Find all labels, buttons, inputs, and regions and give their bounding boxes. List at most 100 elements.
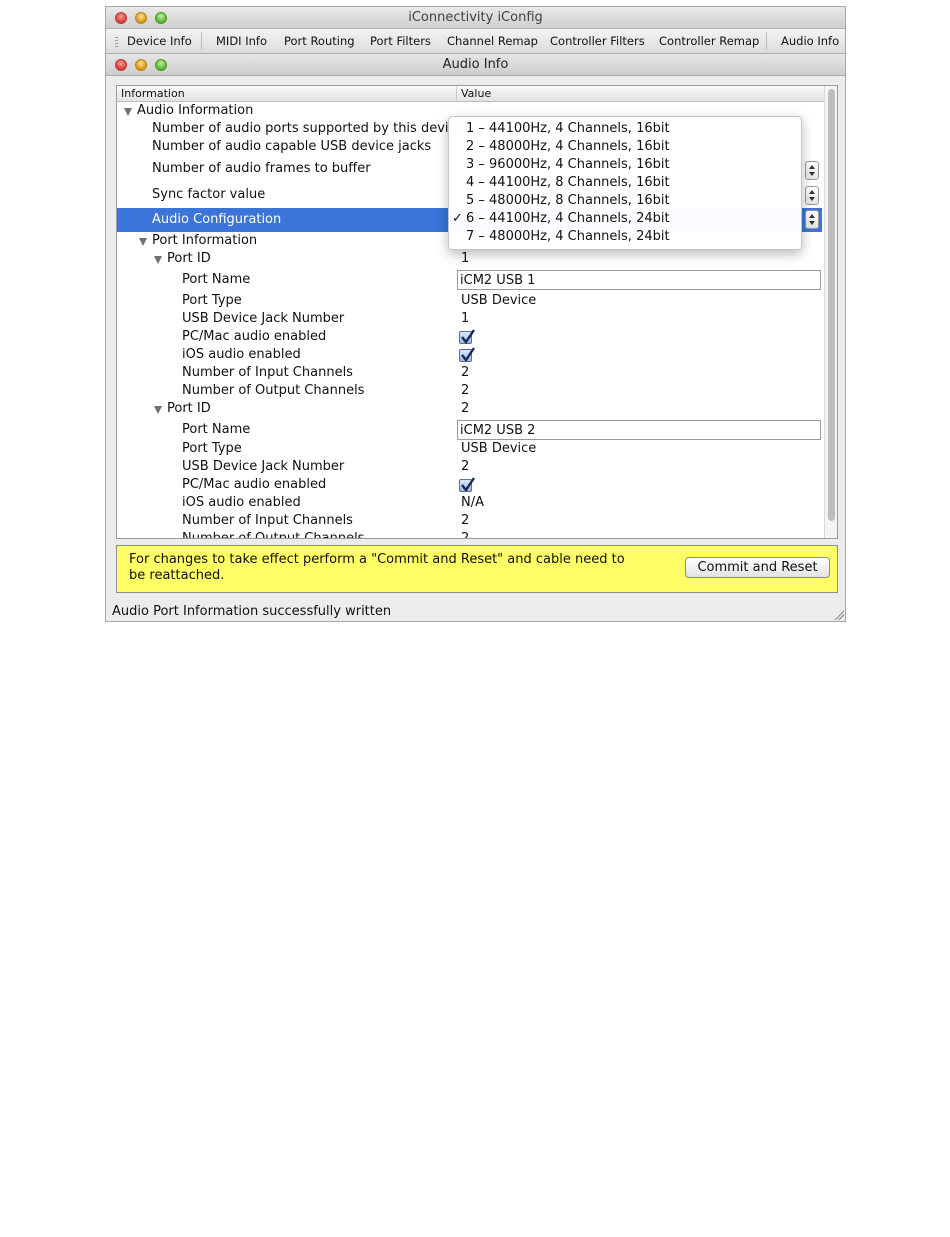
table-row[interactable]: Port Type USB Device: [117, 441, 822, 459]
checkbox-checked-icon[interactable]: [459, 477, 475, 493]
stepper-arrows-icon[interactable]: [805, 210, 819, 229]
window-titlebar[interactable]: iConnectivity iConfig: [106, 7, 845, 29]
tab-audio-info[interactable]: Audio Info: [781, 34, 839, 48]
table-row[interactable]: iOS audio enabled N/A: [117, 495, 822, 513]
menu-item[interactable]: 3 – 96000Hz, 4 Channels, 16bit: [449, 157, 801, 175]
row-label: PC/Mac audio enabled: [182, 477, 327, 492]
vertical-scrollbar[interactable]: [824, 86, 837, 538]
app-window: iConnectivity iConfig Device Info MIDI I…: [105, 6, 846, 622]
panel-title: Audio Info: [442, 57, 509, 72]
row-label: Number of audio capable USB device jacks: [152, 139, 432, 154]
table-row[interactable]: USB Device Jack Number 1: [117, 311, 822, 329]
row-value: 2: [461, 459, 470, 474]
table-row[interactable]: Number of Input Channels 2: [117, 513, 822, 531]
tab-toolbar: Device Info MIDI Info Port Routing Port …: [106, 29, 845, 54]
group-label: Audio Information: [137, 103, 254, 118]
disclosure-triangle-icon[interactable]: [124, 108, 132, 116]
table-row[interactable]: Port Name iCM2 USB 1: [117, 269, 822, 293]
menu-item[interactable]: 1 – 44100Hz, 4 Channels, 16bit: [449, 121, 801, 139]
row-label: Sync factor value: [152, 187, 266, 202]
row-label: iOS audio enabled: [182, 347, 301, 362]
row-value: N/A: [461, 495, 484, 510]
stepper-arrows-icon[interactable]: [805, 161, 819, 180]
status-message: Audio Port Information successfully writ…: [112, 604, 392, 619]
table-row[interactable]: Number of Output Channels 2: [117, 383, 822, 401]
table-row[interactable]: iOS audio enabled: [117, 347, 822, 365]
row-label: Number of audio ports supported by this …: [152, 121, 464, 136]
row-value: 2: [461, 383, 470, 398]
disclosure-triangle-icon[interactable]: [154, 256, 162, 264]
port-row[interactable]: Port ID 1: [117, 251, 822, 269]
table-header: Information Value: [117, 86, 837, 102]
row-value: 1: [461, 311, 470, 326]
row-label: Port ID: [167, 401, 211, 416]
row-label: Port Type: [182, 293, 242, 308]
stepper-arrows-icon[interactable]: [805, 186, 819, 205]
tab-channel-remap[interactable]: Channel Remap: [447, 34, 538, 48]
table-row[interactable]: Port Type USB Device: [117, 293, 822, 311]
table-row[interactable]: Number of Input Channels 2: [117, 365, 822, 383]
table-row[interactable]: PC/Mac audio enabled: [117, 477, 822, 495]
audio-configuration-menu[interactable]: 1 – 44100Hz, 4 Channels, 16bit 2 – 48000…: [448, 116, 802, 250]
menu-item-selected[interactable]: ✓ 6 – 44100Hz, 4 Channels, 24bit: [449, 211, 801, 229]
group-label: Port Information: [152, 233, 258, 248]
port-row[interactable]: Port ID 2: [117, 401, 822, 419]
table-row[interactable]: Number of Output Channels 2: [117, 531, 822, 539]
row-value: 2: [461, 365, 470, 380]
menu-item[interactable]: 2 – 48000Hz, 4 Channels, 16bit: [449, 139, 801, 157]
row-label: Number of Output Channels: [182, 531, 365, 539]
tab-port-routing[interactable]: Port Routing: [284, 34, 355, 48]
tab-divider: [201, 32, 202, 50]
checkbox-checked-icon[interactable]: [459, 347, 475, 363]
toolbar-grip-icon: [115, 37, 118, 47]
menu-item-label: 4 – 44100Hz, 8 Channels, 16bit: [466, 175, 670, 190]
checkbox-checked-icon[interactable]: [459, 329, 475, 345]
menu-item-label: 6 – 44100Hz, 4 Channels, 24bit: [466, 211, 670, 226]
row-label: Number of Input Channels: [182, 513, 353, 528]
row-value: 1: [461, 251, 470, 266]
menu-item[interactable]: 7 – 48000Hz, 4 Channels, 24bit: [449, 229, 801, 247]
row-value: USB Device: [461, 441, 537, 456]
menu-item[interactable]: 5 – 48000Hz, 8 Channels, 16bit: [449, 193, 801, 211]
tab-device-info[interactable]: Device Info: [127, 34, 192, 48]
port-name-field[interactable]: iCM2 USB 2: [457, 420, 821, 440]
notice-bar: For changes to take effect perform a "Co…: [116, 545, 838, 593]
menu-item-label: 2 – 48000Hz, 4 Channels, 16bit: [466, 139, 670, 154]
panel-titlebar[interactable]: Audio Info: [106, 54, 845, 76]
row-label: Number of Input Channels: [182, 365, 353, 380]
window-title: iConnectivity iConfig: [408, 10, 543, 25]
row-value: 2: [461, 531, 470, 539]
disclosure-triangle-icon[interactable]: [139, 238, 147, 246]
tab-midi-info[interactable]: MIDI Info: [216, 34, 267, 48]
row-label: PC/Mac audio enabled: [182, 329, 327, 344]
column-header-information[interactable]: Information: [121, 87, 185, 100]
scrollbar-thumb[interactable]: [828, 89, 835, 521]
commit-and-reset-button[interactable]: Commit and Reset: [685, 557, 830, 578]
row-label: Port Name: [182, 272, 251, 287]
menu-item-label: 3 – 96000Hz, 4 Channels, 16bit: [466, 157, 670, 172]
tab-port-filters[interactable]: Port Filters: [370, 34, 431, 48]
table-row[interactable]: Port Name iCM2 USB 2: [117, 419, 822, 441]
tab-divider: [766, 32, 767, 50]
row-label: USB Device Jack Number: [182, 311, 345, 326]
row-value: 2: [461, 401, 470, 416]
menu-item-label: 5 – 48000Hz, 8 Channels, 16bit: [466, 193, 670, 208]
row-label: Port Type: [182, 441, 242, 456]
column-header-value[interactable]: Value: [461, 87, 491, 100]
port-name-field[interactable]: iCM2 USB 1: [457, 270, 821, 290]
table-row[interactable]: PC/Mac audio enabled: [117, 329, 822, 347]
row-label: Port ID: [167, 251, 211, 266]
tab-controller-filters[interactable]: Controller Filters: [550, 34, 645, 48]
column-divider[interactable]: [456, 87, 457, 100]
table-row[interactable]: USB Device Jack Number 2: [117, 459, 822, 477]
row-label: Number of Output Channels: [182, 383, 365, 398]
tab-controller-remap[interactable]: Controller Remap: [659, 34, 759, 48]
resize-grip-icon[interactable]: [833, 609, 844, 620]
row-label: iOS audio enabled: [182, 495, 301, 510]
notice-text: For changes to take effect perform a "Co…: [129, 552, 625, 583]
disclosure-triangle-icon[interactable]: [154, 406, 162, 414]
menu-item-label: 7 – 48000Hz, 4 Channels, 24bit: [466, 229, 670, 244]
menu-item[interactable]: 4 – 44100Hz, 8 Channels, 16bit: [449, 175, 801, 193]
checkmark-icon: ✓: [452, 211, 463, 226]
row-label: Number of audio frames to buffer: [152, 161, 371, 176]
